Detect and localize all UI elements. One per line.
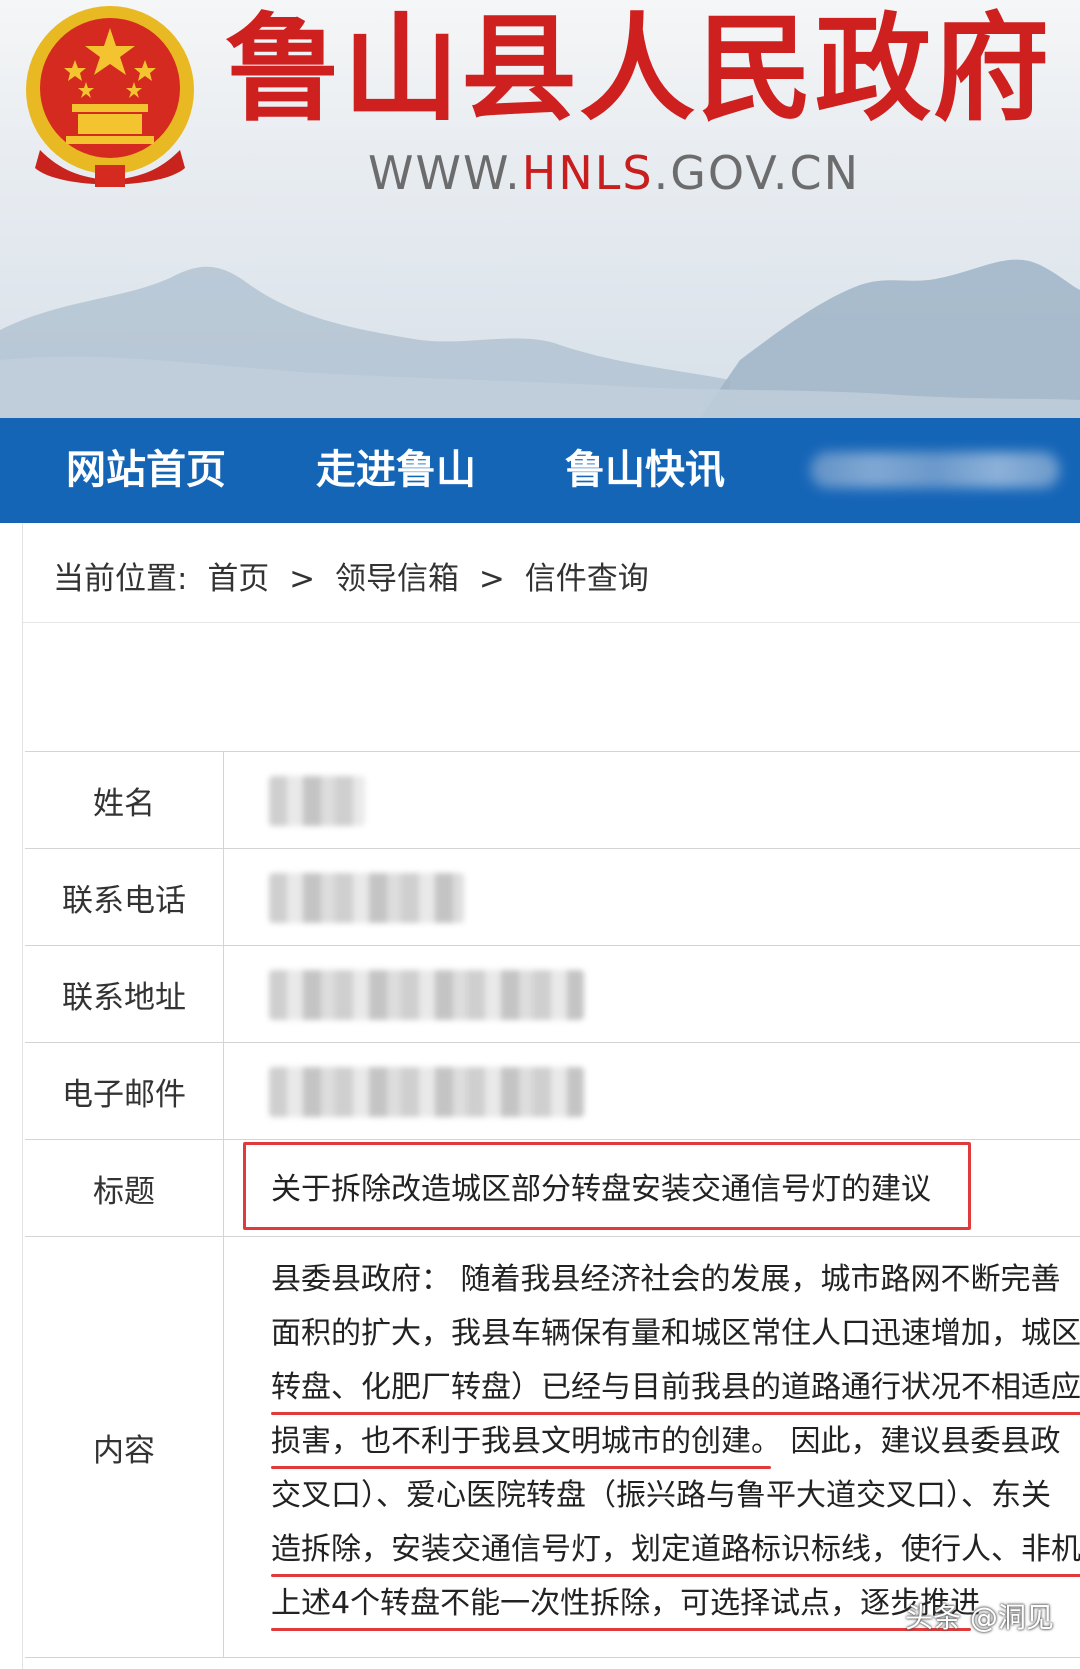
name-value <box>245 752 1080 848</box>
underline-mark <box>271 1412 1080 1415</box>
content-line: 交叉口）、爱心医院转盘（振兴路与鲁平大道交叉口）、东关 <box>271 1478 1051 1513</box>
redacted-address <box>269 970 584 1020</box>
breadcrumb-query[interactable]: 信件查询 <box>525 561 649 597</box>
content-line: 县委县政府： 随着我县经济社会的发展，城市路网不断完善 <box>271 1262 1061 1297</box>
underline-mark <box>271 1628 971 1631</box>
nav-item-home[interactable]: 网站首页 <box>66 418 226 523</box>
nav-item-about[interactable]: 走进鲁山 <box>316 418 476 523</box>
content-line: 面积的扩大，我县车辆保有量和城区常住人口迅速增加，城区 <box>271 1316 1080 1351</box>
table-row-name: 姓名 <box>25 752 1080 849</box>
breadcrumb-home[interactable]: 首页 <box>207 561 269 597</box>
breadcrumb-separator: > <box>478 561 505 597</box>
content-label: 内容 <box>25 1237 224 1657</box>
email-value <box>245 1043 1080 1139</box>
table-row-email: 电子邮件 <box>25 1043 1080 1140</box>
url-suffix: .GOV.CN <box>653 146 860 200</box>
table-row-title: 标题 关于拆除改造城区部分转盘安装交通信号灯的建议 <box>25 1140 1080 1237</box>
phone-label: 联系电话 <box>25 849 224 945</box>
table-row-phone: 联系电话 <box>25 849 1080 946</box>
national-emblem-icon <box>26 6 194 187</box>
name-label: 姓名 <box>25 752 224 848</box>
address-value <box>245 946 1080 1042</box>
table-row-content: 内容 县委县政府： 随着我县经济社会的发展，城市路网不断完善 面积的扩大，我县车… <box>25 1237 1080 1658</box>
table-row-address: 联系地址 <box>25 946 1080 1043</box>
content-line: 损害，也不利于我县文明城市的创建。 因此，建议县委县政 <box>271 1424 1061 1459</box>
email-label: 电子邮件 <box>25 1043 224 1139</box>
underline-mark <box>271 1574 1080 1577</box>
nav-item-blurred[interactable] <box>810 452 1060 488</box>
phone-value <box>245 849 1080 945</box>
content-line: 转盘、化肥厂转盘）已经与目前我县的道路通行状况不相适应 <box>271 1370 1080 1405</box>
divider <box>23 622 1080 623</box>
breadcrumb: 当前位置: 首页 > 领导信箱 > 信件查询 <box>53 553 659 598</box>
main-nav: 网站首页 走进鲁山 鲁山快讯 <box>0 418 1080 523</box>
breadcrumb-prefix: 当前位置: <box>53 561 188 597</box>
address-label: 联系地址 <box>25 946 224 1042</box>
underline-mark <box>271 1466 771 1469</box>
letter-table: 姓名 联系电话 联系地址 电子邮件 标题 关于拆除改造城区部分转盘安装交通信号灯… <box>25 751 1080 1658</box>
content-line: 造拆除，安装交通信号灯，划定道路标识标线，使行人、非机 <box>271 1532 1080 1567</box>
url-highlight: HNLS <box>521 146 654 200</box>
redacted-phone <box>269 873 464 923</box>
url-prefix: WWW. <box>368 146 522 200</box>
redacted-name <box>269 776 365 826</box>
watermark: 头条 @洞见 <box>905 1601 1054 1634</box>
site-header: 鲁山县人民政府 WWW.HNLS.GOV.CN <box>0 0 1080 418</box>
redacted-email <box>269 1067 584 1117</box>
letter-title: 关于拆除改造城区部分转盘安装交通信号灯的建议 <box>271 1172 931 1207</box>
title-label: 标题 <box>25 1140 224 1236</box>
breadcrumb-mailbox[interactable]: 领导信箱 <box>335 561 459 597</box>
breadcrumb-separator: > <box>289 561 316 597</box>
letter-content: 县委县政府： 随着我县经济社会的发展，城市路网不断完善 面积的扩大，我县车辆保有… <box>271 1253 1080 1631</box>
site-url[interactable]: WWW.HNLS.GOV.CN <box>368 146 860 200</box>
site-title: 鲁山县人民政府 <box>225 2 1051 137</box>
content-page: 当前位置: 首页 > 领导信箱 > 信件查询 姓名 联系电话 联系地址 电子邮件 <box>22 523 1080 1669</box>
nav-item-news[interactable]: 鲁山快讯 <box>565 418 725 523</box>
